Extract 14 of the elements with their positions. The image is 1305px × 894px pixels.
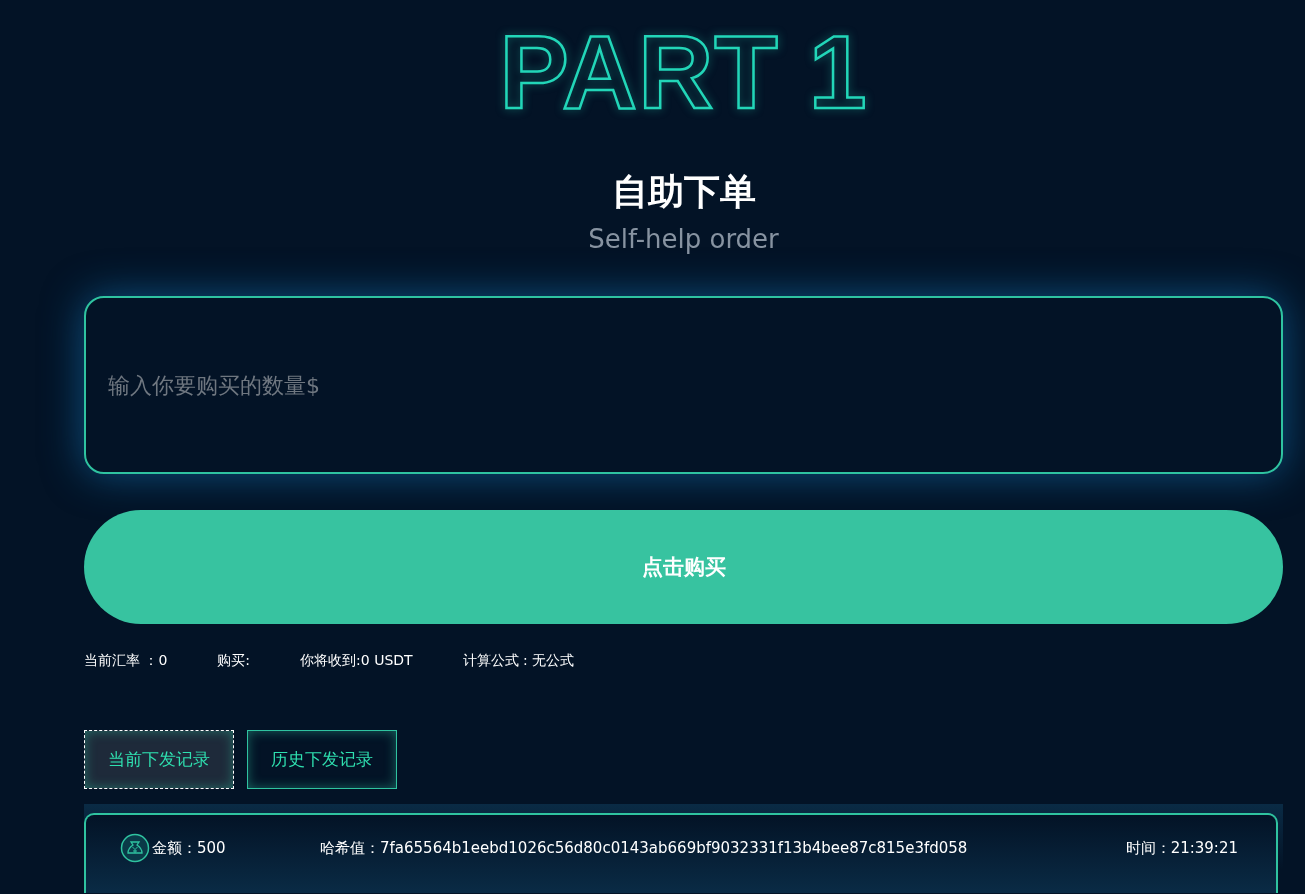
- time-text: 时间：21:39:21: [1125, 838, 1238, 858]
- quantity-input-field[interactable]: 输入你要购买的数量$: [84, 296, 1283, 474]
- order-info-text: 购买:: [217, 652, 251, 670]
- order-info-text: 计算公式 : 无公式: [462, 652, 575, 670]
- page-title: PART 1: [499, 14, 868, 130]
- order-info-text: 你将收到:0 USDT: [300, 652, 413, 670]
- amount-text: 金额：500: [152, 838, 226, 858]
- hash-text: 哈希值：7fa65564b1eebd1026c56d80c0143ab669bf9032331f13b4bee87c815e3fd058: [320, 838, 969, 858]
- record-tab[interactable]: 历史下发记录: [247, 730, 397, 789]
- order-info-text: 当前汇率 ：0: [84, 652, 168, 670]
- section-subtitle: Self-help order: [588, 223, 779, 256]
- record-tab[interactable]: 当前下发记录: [84, 730, 234, 789]
- section-heading: 自助下单: [611, 170, 756, 214]
- money-bag-icon: [120, 833, 150, 863]
